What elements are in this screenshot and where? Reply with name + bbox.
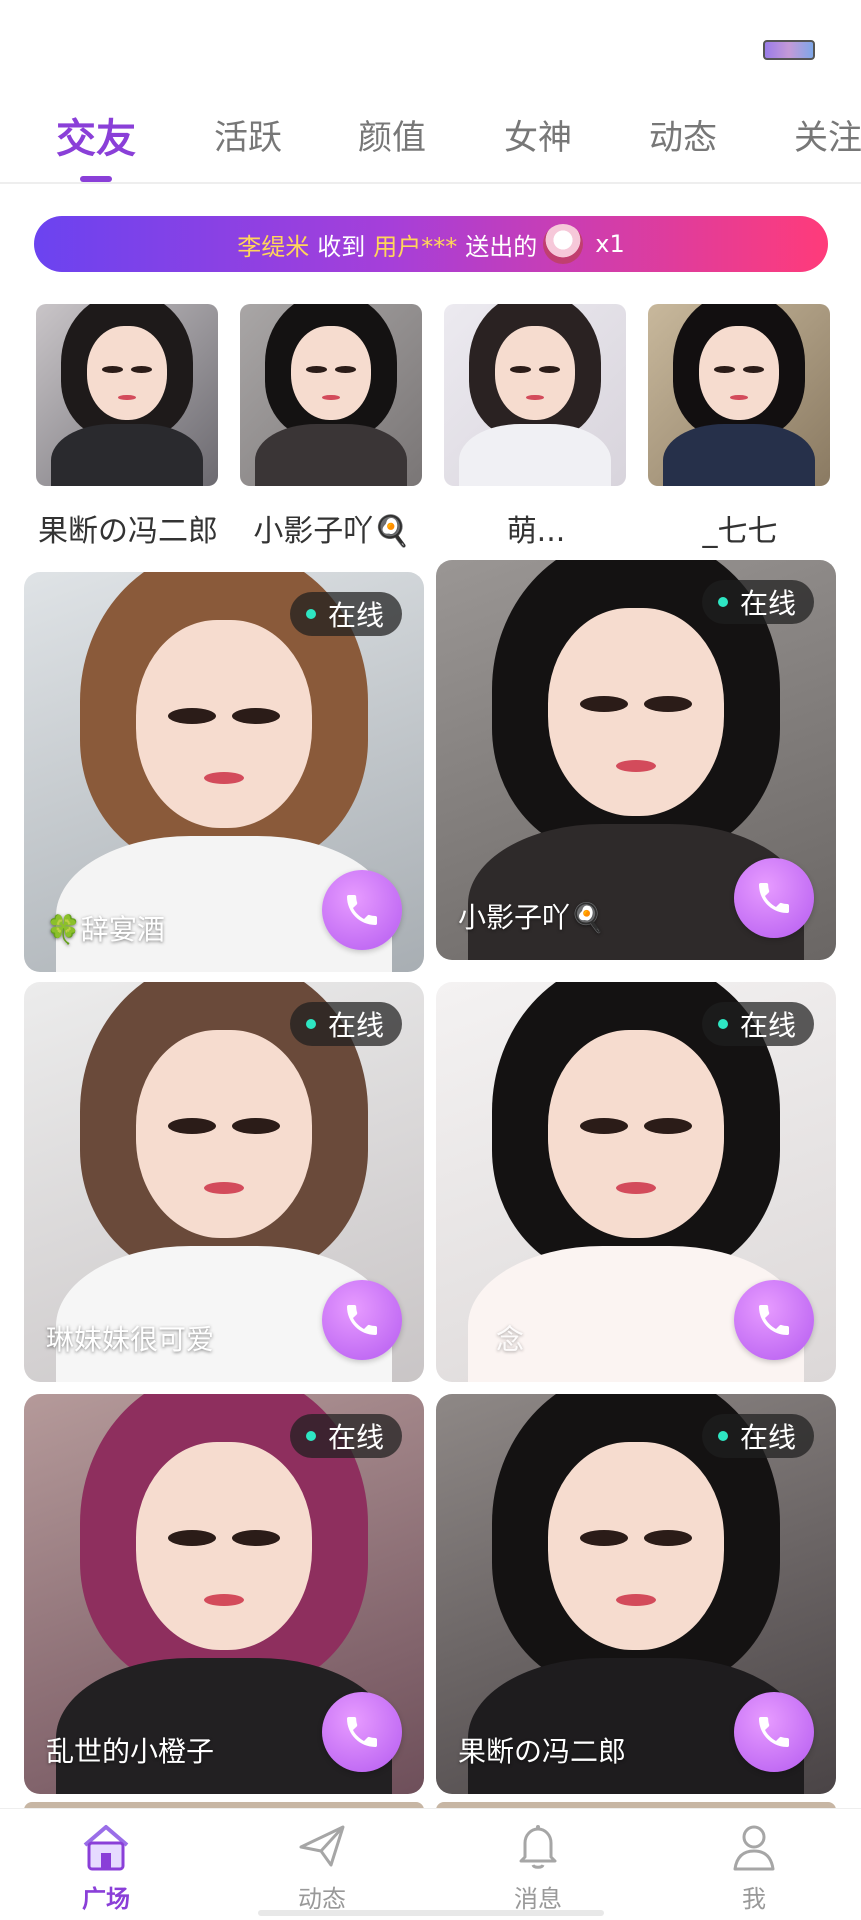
avatar (444, 304, 626, 486)
home-indicator (258, 1910, 604, 1916)
phone-icon (347, 895, 377, 925)
online-dot-icon (305, 609, 316, 619)
call-button[interactable] (322, 1692, 402, 1772)
online-dot-icon (717, 1019, 728, 1029)
user-card[interactable]: 在线 琳妹妹很可爱 (24, 982, 424, 1382)
call-button[interactable] (734, 1280, 814, 1360)
recommended-users: 果断の冯二郎 小影子吖🍳 萌... _七七 (0, 304, 861, 554)
user-card-name: 念 (496, 1323, 525, 1356)
nav-square[interactable]: 广场 (46, 1819, 166, 1914)
online-dot-icon (717, 1431, 728, 1441)
online-status-text: 在线 (327, 599, 384, 632)
tab-goddess[interactable]: 女神 (504, 110, 572, 159)
avatar (240, 304, 422, 486)
user-card[interactable]: 在线 🍀辞宴酒 (24, 572, 424, 972)
online-dot-icon (305, 1431, 316, 1441)
recommended-user-name: 萌... (506, 514, 566, 549)
online-status-text: 在线 (739, 587, 796, 620)
online-status-badge: 在线 (701, 1414, 814, 1458)
banner-sender: 用户*** (373, 232, 458, 261)
avatar (36, 304, 218, 486)
user-card-name: 乱世的小橙子 (46, 1735, 215, 1768)
phone-icon (347, 1305, 377, 1335)
user-card-name: 🍀辞宴酒 (46, 913, 165, 946)
online-dot-icon (305, 1019, 316, 1029)
paper-plane-icon (295, 1819, 349, 1873)
recommended-user-name: _七七 (702, 514, 778, 549)
recommended-user[interactable]: 小影子吖🍳 (240, 304, 424, 550)
nav-label: 广场 (82, 1885, 130, 1913)
user-card-name: 小影子吖🍳 (458, 901, 605, 934)
call-button[interactable] (734, 1692, 814, 1772)
user-card[interactable]: 在线 小影子吖🍳 (436, 560, 836, 960)
phone-icon (347, 1717, 377, 1747)
call-button[interactable] (322, 1280, 402, 1360)
online-status-text: 在线 (739, 1009, 796, 1042)
user-card[interactable]: 在线 念 (436, 982, 836, 1382)
tab-active[interactable]: 活跃 (214, 110, 282, 159)
gift-broadcast-banner[interactable]: 李缇米 收到 用户*** 送出的 x1 (34, 216, 828, 272)
avatar (648, 304, 830, 486)
online-status-text: 在线 (327, 1421, 384, 1454)
banner-received-text: 收到 (317, 232, 366, 261)
online-dot-icon (717, 597, 728, 607)
online-status-badge: 在线 (289, 1002, 402, 1046)
online-status-badge: 在线 (289, 592, 402, 636)
recommended-user-name: 小影子吖🍳 (253, 514, 411, 549)
online-status-badge: 在线 (701, 580, 814, 624)
banner-receiver: 李缇米 (237, 232, 310, 261)
online-status-badge: 在线 (701, 1002, 814, 1046)
recommended-user[interactable]: 果断の冯二郎 (36, 304, 220, 550)
tab-following[interactable]: 关注 (794, 110, 861, 159)
tab-friends[interactable]: 交友 (56, 106, 136, 164)
banner-count: x1 (595, 230, 625, 258)
bell-icon (511, 1819, 565, 1873)
tab-active-indicator (80, 176, 112, 182)
user-card[interactable]: 在线 乱世的小橙子 (24, 1394, 424, 1794)
recommended-user[interactable]: _七七 (648, 304, 832, 550)
tab-looks[interactable]: 颜值 (358, 110, 426, 159)
recommended-user-name: 果断の冯二郎 (38, 514, 218, 549)
nav-label: 我 (742, 1885, 766, 1913)
status-indicator (763, 40, 815, 60)
phone-icon (759, 883, 789, 913)
perfume-gift-icon (543, 224, 584, 264)
user-card-name: 果断の冯二郎 (458, 1735, 627, 1768)
call-button[interactable] (734, 858, 814, 938)
nav-moments[interactable]: 动态 (262, 1819, 382, 1914)
banner-sent-text: 送出的 (465, 232, 538, 261)
status-bar (0, 0, 861, 100)
phone-icon (759, 1717, 789, 1747)
category-tabs: 交友 活跃 颜值 女神 动态 关注 (0, 100, 861, 184)
online-status-badge: 在线 (289, 1414, 402, 1458)
home-icon (79, 1819, 133, 1873)
person-icon (727, 1819, 781, 1873)
bottom-navigation: 广场 动态 消息 我 (0, 1808, 861, 1920)
nav-me[interactable]: 我 (694, 1819, 814, 1914)
tab-moments[interactable]: 动态 (649, 110, 717, 159)
call-button[interactable] (322, 870, 402, 950)
nav-label: 消息 (514, 1885, 562, 1913)
nav-label: 动态 (298, 1885, 346, 1913)
online-status-text: 在线 (327, 1009, 384, 1042)
nav-messages[interactable]: 消息 (478, 1819, 598, 1914)
user-card-name: 琳妹妹很可爱 (46, 1323, 215, 1356)
user-card[interactable]: 在线 果断の冯二郎 (436, 1394, 836, 1794)
recommended-user[interactable]: 萌... (444, 304, 628, 550)
online-status-text: 在线 (739, 1421, 796, 1454)
phone-icon (759, 1305, 789, 1335)
